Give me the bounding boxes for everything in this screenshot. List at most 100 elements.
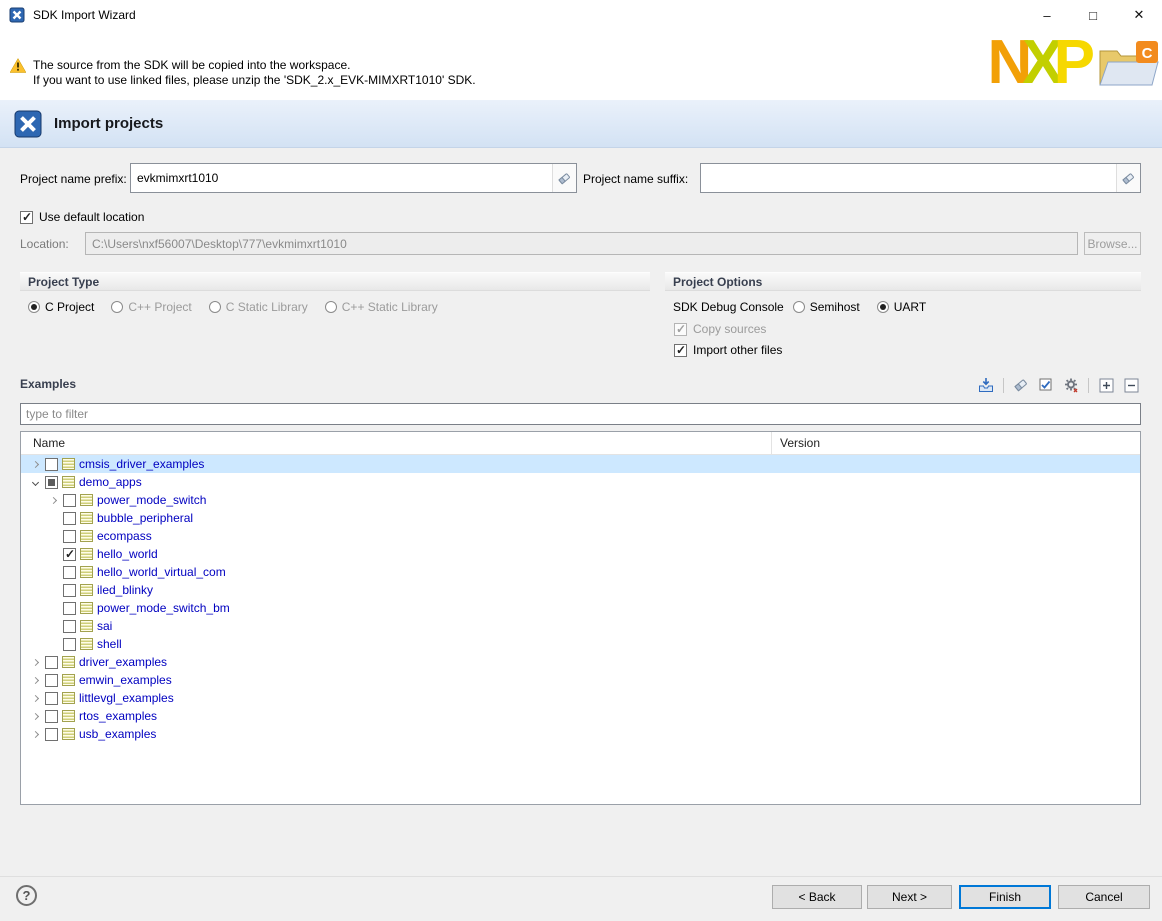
- tree-item-label[interactable]: cmsis_driver_examples: [79, 457, 204, 471]
- tree-checkbox[interactable]: [45, 656, 58, 669]
- close-button[interactable]: ✕: [1116, 0, 1162, 30]
- tree-item-label[interactable]: rtos_examples: [79, 709, 157, 723]
- tree-checkbox[interactable]: [45, 458, 58, 471]
- radio-c-static-library[interactable]: C Static Library: [209, 300, 308, 314]
- radio-button[interactable]: [793, 301, 805, 313]
- tree-row[interactable]: ecompass: [21, 527, 1140, 545]
- next-button[interactable]: Next >: [867, 885, 952, 909]
- column-version[interactable]: Version: [771, 432, 1140, 454]
- radio-button[interactable]: [209, 301, 221, 313]
- radio-button[interactable]: [325, 301, 337, 313]
- examples-tree: cmsis_driver_examples demo_apps power_mode…: [21, 455, 1140, 743]
- tree-item-label[interactable]: power_mode_switch: [97, 493, 206, 507]
- tree-checkbox[interactable]: [63, 494, 76, 507]
- tree-row[interactable]: bubble_peripheral: [21, 509, 1140, 527]
- filter-input[interactable]: [20, 403, 1141, 425]
- tree-row[interactable]: littlevgl_examples: [21, 689, 1140, 707]
- tree-item-label[interactable]: sai: [97, 619, 112, 633]
- tree-row[interactable]: usb_examples: [21, 725, 1140, 743]
- select-checkbox-icon[interactable]: [1036, 376, 1056, 394]
- tree-item-label[interactable]: demo_apps: [79, 475, 142, 489]
- tree-row[interactable]: cmsis_driver_examples: [21, 455, 1140, 473]
- collapse-arrow-icon[interactable]: [27, 480, 43, 485]
- finish-button[interactable]: Finish: [959, 885, 1051, 909]
- radio-c-static-library[interactable]: C++ Static Library: [325, 300, 438, 314]
- example-item-icon: [80, 566, 93, 578]
- tree-row[interactable]: hello_world_virtual_com: [21, 563, 1140, 581]
- window-title: SDK Import Wizard: [33, 8, 136, 22]
- tree-checkbox[interactable]: [63, 566, 76, 579]
- tree-row[interactable]: demo_apps: [21, 473, 1140, 491]
- radio-button[interactable]: [28, 301, 40, 313]
- cancel-button[interactable]: Cancel: [1058, 885, 1150, 909]
- tree-item-label[interactable]: emwin_examples: [79, 673, 172, 687]
- tree-checkbox[interactable]: [63, 638, 76, 651]
- tree-row[interactable]: sai: [21, 617, 1140, 635]
- radio-uart[interactable]: UART: [877, 300, 926, 314]
- tree-row[interactable]: shell: [21, 635, 1140, 653]
- import-other-files-checkbox[interactable]: [674, 344, 687, 357]
- minimize-button[interactable]: –: [1024, 0, 1070, 30]
- tree-item-label[interactable]: ecompass: [97, 529, 152, 543]
- tree-checkbox[interactable]: [63, 512, 76, 525]
- tree-row[interactable]: driver_examples: [21, 653, 1140, 671]
- tree-row[interactable]: iled_blinky: [21, 581, 1140, 599]
- radio-label: C Static Library: [226, 300, 308, 314]
- radio-semihost[interactable]: Semihost: [793, 300, 860, 314]
- gears-icon[interactable]: [1061, 376, 1081, 394]
- tree-checkbox[interactable]: [63, 602, 76, 615]
- tree-row[interactable]: power_mode_switch_bm: [21, 599, 1140, 617]
- tree-item-label[interactable]: power_mode_switch_bm: [97, 601, 230, 615]
- column-name[interactable]: Name: [21, 432, 771, 454]
- tree-checkbox[interactable]: [63, 620, 76, 633]
- radio-c-project[interactable]: C++ Project: [111, 300, 191, 314]
- back-button[interactable]: < Back: [772, 885, 862, 909]
- expand-arrow-icon[interactable]: [27, 732, 43, 737]
- expand-arrow-icon[interactable]: [27, 462, 43, 467]
- use-default-location[interactable]: Use default location: [20, 210, 144, 224]
- suffix-label: Project name suffix:: [583, 172, 688, 186]
- tree-item-label[interactable]: hello_world: [97, 547, 158, 561]
- collapse-all-icon[interactable]: [1121, 376, 1141, 394]
- example-item-icon: [80, 620, 93, 632]
- tree-checkbox[interactable]: [45, 692, 58, 705]
- prefix-input[interactable]: [131, 164, 552, 192]
- tree-checkbox[interactable]: [45, 476, 58, 489]
- clear-prefix-icon[interactable]: [552, 164, 576, 192]
- tree-checkbox[interactable]: [63, 584, 76, 597]
- help-button[interactable]: ?: [16, 885, 37, 906]
- help-icon: ?: [23, 888, 31, 903]
- expand-all-icon[interactable]: [1096, 376, 1116, 394]
- maximize-button[interactable]: □: [1070, 0, 1116, 30]
- tree-item-label[interactable]: bubble_peripheral: [97, 511, 193, 525]
- tree-row[interactable]: power_mode_switch: [21, 491, 1140, 509]
- tree-item-label[interactable]: hello_world_virtual_com: [97, 565, 226, 579]
- import-example-icon[interactable]: [976, 376, 996, 394]
- tree-item-label[interactable]: littlevgl_examples: [79, 691, 174, 705]
- expand-arrow-icon[interactable]: [45, 498, 61, 503]
- use-default-location-checkbox[interactable]: [20, 211, 33, 224]
- expand-arrow-icon[interactable]: [27, 660, 43, 665]
- suffix-input[interactable]: [701, 164, 1116, 192]
- tree-checkbox[interactable]: [45, 710, 58, 723]
- tree-checkbox[interactable]: [45, 674, 58, 687]
- expand-arrow-icon[interactable]: [27, 678, 43, 683]
- radio-button[interactable]: [111, 301, 123, 313]
- expand-arrow-icon[interactable]: [27, 696, 43, 701]
- tree-row[interactable]: hello_world: [21, 545, 1140, 563]
- expand-arrow-icon[interactable]: [27, 714, 43, 719]
- tree-item-label[interactable]: usb_examples: [79, 727, 156, 741]
- tree-row[interactable]: rtos_examples: [21, 707, 1140, 725]
- tree-item-label[interactable]: driver_examples: [79, 655, 167, 669]
- clear-filter-icon[interactable]: [1011, 376, 1031, 394]
- tree-checkbox[interactable]: [63, 548, 76, 561]
- import-other-files[interactable]: Import other files: [674, 343, 782, 357]
- tree-checkbox[interactable]: [45, 728, 58, 741]
- radio-button[interactable]: [877, 301, 889, 313]
- radio-c-project[interactable]: C Project: [28, 300, 94, 314]
- tree-row[interactable]: emwin_examples: [21, 671, 1140, 689]
- clear-suffix-icon[interactable]: [1116, 164, 1140, 192]
- tree-checkbox[interactable]: [63, 530, 76, 543]
- tree-item-label[interactable]: iled_blinky: [97, 583, 153, 597]
- tree-item-label[interactable]: shell: [97, 637, 122, 651]
